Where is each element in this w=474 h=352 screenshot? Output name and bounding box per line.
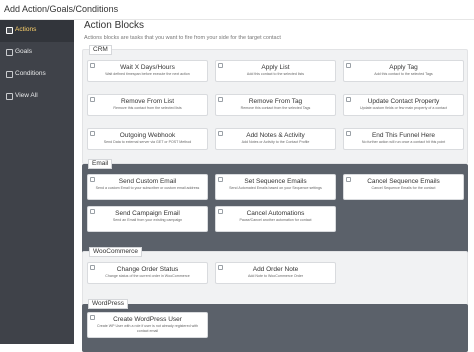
- card-description: Create WP User with a role if user is no…: [97, 324, 198, 333]
- card-description: Remove this contact from the selected Ta…: [240, 106, 311, 110]
- card-description: Add Note to WooCommerce Order: [247, 274, 304, 278]
- card-title: Apply Tag: [389, 64, 418, 71]
- card-title: Set Sequence Emails: [244, 178, 307, 185]
- card-title: Add Notes & Activity: [246, 132, 305, 139]
- main-content: Action Blocks Actions blocks are tasks t…: [74, 20, 474, 352]
- sidebar-item-label: Goals: [15, 48, 32, 55]
- section-label: CRM: [89, 45, 112, 55]
- page-subtitle: Actions blocks are tasks that you want t…: [84, 35, 281, 41]
- section-crm: CRM Wait X Days/Hours Wait defined times…: [82, 45, 468, 164]
- action-card-change-order-status[interactable]: Change Order Status Change status of the…: [87, 262, 208, 284]
- goals-icon: [6, 49, 13, 56]
- card-title: Outgoing Webhook: [119, 132, 176, 139]
- page-title: Action Blocks: [84, 20, 145, 31]
- card-description: Wait defined timespan before execute the…: [105, 72, 190, 76]
- view-all-icon: [6, 93, 13, 100]
- card-description: Remove this contact from the selected li…: [113, 106, 182, 110]
- sidebar: Actions Goals Conditions View All: [0, 20, 74, 344]
- window-title: Add Action/Goals/Conditions: [4, 4, 119, 14]
- card-description: Send Data to external server via GET or …: [103, 140, 192, 144]
- card-title: Change Order Status: [116, 266, 179, 273]
- card-description: Add this contact to the selected lists: [246, 72, 305, 76]
- card-description: Add Notes or Activity to the Contact Pro…: [241, 140, 310, 144]
- card-title: End This Funnel Here: [371, 132, 436, 139]
- card-description: Update custom fields or few main propert…: [360, 106, 447, 110]
- section-label: WooCommerce: [89, 247, 143, 257]
- card-description: Send Automated Emails based on your Sequ…: [229, 186, 322, 190]
- action-card-end-funnel[interactable]: End This Funnel Here No further action w…: [343, 128, 464, 150]
- action-card-wait[interactable]: Wait X Days/Hours Wait defined timespan …: [87, 60, 208, 82]
- action-card-webhook[interactable]: Outgoing Webhook Send Data to external s…: [87, 128, 208, 150]
- card-title: Remove From List: [120, 98, 175, 105]
- action-card-send-campaign-email[interactable]: Send Campaign Email Send an Email from y…: [87, 206, 208, 232]
- action-card-remove-tag[interactable]: Remove From Tag Remove this contact from…: [215, 94, 336, 116]
- action-card-apply-list[interactable]: Apply List Add this contact to the selec…: [215, 60, 336, 82]
- action-card-add-notes[interactable]: Add Notes & Activity Add Notes or Activi…: [215, 128, 336, 150]
- card-description: No further action will run once a contac…: [361, 140, 446, 144]
- card-description: Pause/Cancel another automation for cont…: [239, 218, 312, 222]
- card-title: Add Order Note: [252, 266, 299, 273]
- card-description: Send an Email from your existing campaig…: [112, 218, 183, 222]
- section-label: Email: [88, 159, 113, 169]
- sidebar-item-label: Actions: [15, 26, 37, 33]
- action-card-remove-list[interactable]: Remove From List Remove this contact fro…: [87, 94, 208, 116]
- card-title: Update Contact Property: [367, 98, 440, 105]
- card-description: Send a custom Email to your subscriber o…: [95, 186, 200, 190]
- sidebar-item-label: Conditions: [15, 70, 46, 77]
- sidebar-item-label: View All: [15, 92, 38, 99]
- card-title: Send Custom Email: [118, 178, 177, 185]
- section-woocommerce: WooCommerce Change Order Status Change s…: [82, 247, 468, 309]
- action-card-cancel-automations[interactable]: Cancel Automations Pause/Cancel another …: [215, 206, 336, 232]
- sidebar-item-goals[interactable]: Goals: [0, 42, 74, 64]
- conditions-icon: [6, 71, 13, 78]
- sidebar-item-conditions[interactable]: Conditions: [0, 64, 74, 86]
- window-title-bar: Add Action/Goals/Conditions: [0, 0, 474, 20]
- card-description: Add this contact to the selected Tags: [374, 72, 433, 76]
- sidebar-item-view-all[interactable]: View All: [0, 86, 74, 108]
- action-card-create-wp-user[interactable]: Create WordPress User Create WP User wit…: [87, 312, 208, 338]
- action-card-apply-tag[interactable]: Apply Tag Add this contact to the select…: [343, 60, 464, 82]
- section-email: Email Send Custom Email Send a custom Em…: [82, 159, 468, 256]
- action-card-send-custom-email[interactable]: Send Custom Email Send a custom Email to…: [87, 174, 208, 200]
- action-card-update-contact[interactable]: Update Contact Property Update custom fi…: [343, 94, 464, 116]
- action-card-add-order-note[interactable]: Add Order Note Add Note to WooCommerce O…: [215, 262, 336, 284]
- action-card-cancel-sequence[interactable]: Cancel Sequence Emails Cancel Sequence E…: [343, 174, 464, 200]
- card-title: Cancel Automations: [246, 210, 305, 217]
- card-title: Remove From Tag: [248, 98, 303, 105]
- card-title: Cancel Sequence Emails: [367, 178, 440, 185]
- section-wordpress: WordPress Create WordPress User Create W…: [82, 299, 468, 352]
- actions-icon: [6, 27, 13, 34]
- action-card-set-sequence[interactable]: Set Sequence Emails Send Automated Email…: [215, 174, 336, 200]
- sidebar-item-actions[interactable]: Actions: [0, 20, 74, 42]
- card-title: Send Campaign Email: [115, 210, 180, 217]
- card-description: Change status of the current order in Wo…: [105, 274, 190, 278]
- card-title: Apply List: [261, 64, 290, 71]
- card-title: Wait X Days/Hours: [120, 64, 175, 71]
- section-label: WordPress: [88, 299, 129, 309]
- card-title: Create WordPress User: [113, 316, 182, 323]
- card-description: Cancel Sequence Emails for the contact: [371, 186, 436, 190]
